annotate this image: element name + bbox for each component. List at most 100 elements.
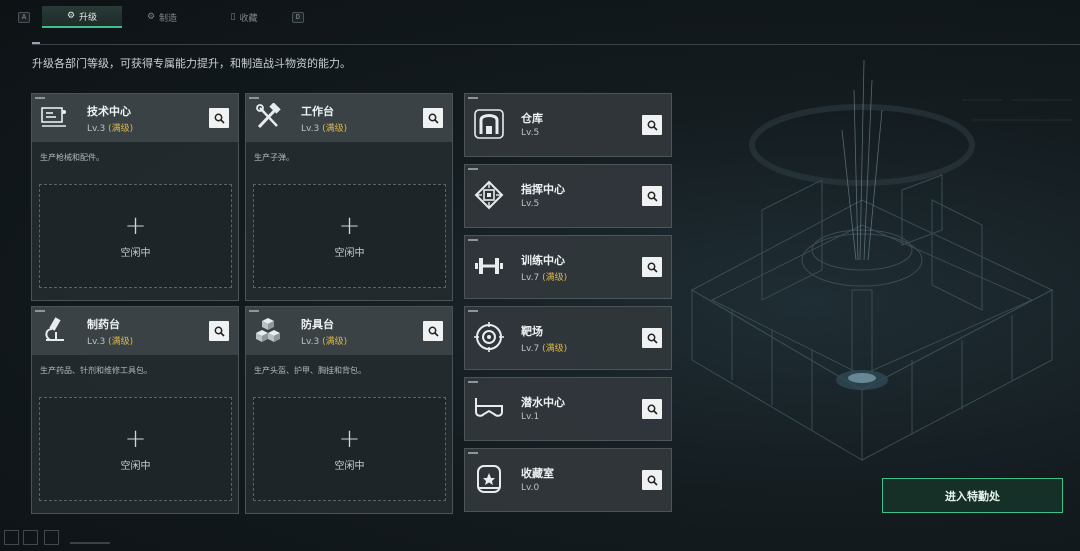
facility-command-center[interactable]: 指挥中心 Lv.5 (464, 164, 672, 228)
production-slot[interactable]: + 空闲中 (253, 184, 446, 288)
card-tag (35, 97, 45, 99)
card-level: Lv.3 (满级) (87, 334, 133, 347)
search-icon (647, 262, 658, 273)
card-tag (468, 168, 478, 170)
level-value: Lv.7 (521, 344, 540, 354)
card-tag (35, 310, 45, 312)
card-tag (468, 381, 478, 383)
production-slot[interactable]: + 空闲中 (39, 397, 232, 501)
production-slot[interactable]: + 空闲中 (39, 184, 232, 288)
workshop-card-armor[interactable]: 防具台 Lv.3 (满级) 生产头盔、护甲、胸挂和背包。 + 空闲中 (245, 306, 453, 514)
level-value: Lv.3 (87, 124, 106, 134)
card-level: Lv.3 (满级) (87, 121, 133, 134)
card-header: 工作台 Lv.3 (满级) (246, 94, 452, 142)
max-level-badge: (满级) (322, 337, 348, 347)
facility-level: Lv.7 (满级) (521, 341, 567, 354)
search-icon (428, 113, 439, 124)
card-tag (249, 310, 259, 312)
workshop-card-workbench[interactable]: 工作台 Lv.3 (满级) 生产子弹。 + 空闲中 (245, 93, 453, 301)
inspect-button[interactable] (423, 321, 443, 341)
craft-gear-icon: ⚙ (146, 12, 156, 22)
card-description: 生产药品、针剂和维修工具包。 (40, 366, 152, 375)
facility-collection-room[interactable]: 收藏室 Lv.0 (464, 448, 672, 512)
card-tag (468, 310, 478, 312)
card-description: 生产头盔、护甲、胸挂和背包。 (254, 366, 366, 375)
enter-special-ops-button[interactable]: 进入特勤处 (882, 478, 1063, 513)
add-icon: + (124, 423, 147, 454)
level-value: Lv.3 (87, 337, 106, 347)
microscope-icon (45, 317, 64, 341)
level-value: Lv.7 (521, 273, 540, 283)
card-description: 生产子弹。 (254, 153, 294, 162)
page-subtitle: 升级各部门等级，可获得专属能力提升，和制造战斗物资的能力。 (32, 57, 351, 70)
facility-warehouse[interactable]: 仓库 Lv.5 (464, 93, 672, 157)
slot-status: 空闲中 (120, 460, 151, 472)
warehouse-icon (474, 109, 504, 139)
level-value: Lv.0 (521, 483, 540, 493)
facility-level: Lv.5 (521, 199, 539, 209)
inspect-button[interactable] (642, 115, 662, 135)
max-level-badge: (满级) (322, 124, 348, 134)
tab-upgrade[interactable]: ⚙ 升级 (42, 6, 122, 28)
card-tag (468, 452, 478, 454)
top-tab-bar: A ⚙ 升级 ⚙ 制造 ▯ 收藏 D (0, 0, 1080, 34)
collection-icon: ▯ (230, 12, 236, 22)
tab-label: 收藏 (239, 13, 258, 24)
inspect-button[interactable] (642, 257, 662, 277)
search-icon (647, 475, 658, 486)
add-icon: + (124, 210, 147, 241)
tab-label: 制造 (159, 13, 178, 24)
max-level-badge: (满级) (108, 124, 134, 134)
card-title: 工作台 (301, 105, 334, 118)
level-value: Lv.3 (301, 124, 320, 134)
search-icon (647, 191, 658, 202)
header-divider (32, 44, 1080, 45)
card-level: Lv.3 (满级) (301, 121, 347, 134)
facility-diving-center[interactable]: 潜水中心 Lv.1 (464, 377, 672, 441)
bottom-hint-bar (70, 542, 110, 544)
facility-level: Lv.1 (521, 412, 539, 422)
facility-title: 靶场 (521, 325, 543, 338)
facility-title: 指挥中心 (521, 183, 565, 196)
facility-shooting-range[interactable]: 靶场 Lv.7 (满级) (464, 306, 672, 370)
upgrade-gear-icon: ⚙ (66, 11, 76, 21)
target-icon (474, 322, 504, 352)
workshop-card-tech-center[interactable]: 技术中心 Lv.3 (满级) 生产枪械和配件。 + 空闲中 (31, 93, 239, 301)
search-icon (647, 404, 658, 415)
inspect-button[interactable] (642, 470, 662, 490)
slot-status: 空闲中 (334, 460, 365, 472)
add-icon: + (338, 210, 361, 241)
facility-title: 仓库 (521, 112, 543, 125)
inspect-button[interactable] (642, 399, 662, 419)
card-header: 防具台 Lv.3 (满级) (246, 307, 452, 355)
card-tag (468, 97, 478, 99)
inspect-button[interactable] (209, 108, 229, 128)
search-icon (214, 326, 225, 337)
bottom-hint-box (4, 530, 19, 545)
tab-collection[interactable]: ▯ 收藏 (204, 6, 284, 28)
inspect-button[interactable] (209, 321, 229, 341)
workshop-card-pharmacy[interactable]: 制药台 Lv.3 (满级) 生产药品、针剂和维修工具包。 + 空闲中 (31, 306, 239, 514)
production-slot[interactable]: + 空闲中 (253, 397, 446, 501)
facility-training-center[interactable]: 训练中心 Lv.7 (满级) (464, 235, 672, 299)
base-illustration (690, 60, 1072, 461)
slot-status: 空闲中 (120, 247, 151, 259)
tab-craft[interactable]: ⚙ 制造 (122, 6, 202, 28)
card-tag (468, 239, 478, 241)
card-level: Lv.3 (满级) (301, 334, 347, 347)
inspect-button[interactable] (642, 186, 662, 206)
inspect-button[interactable] (642, 328, 662, 348)
facility-title: 收藏室 (521, 467, 554, 480)
max-level-badge: (满级) (108, 337, 134, 347)
level-value: Lv.1 (521, 412, 540, 422)
inspect-button[interactable] (423, 108, 443, 128)
dumbbell-icon (475, 258, 503, 274)
level-value: Lv.5 (521, 128, 540, 138)
card-header: 技术中心 Lv.3 (满级) (32, 94, 238, 142)
workbench-tools-icon (256, 103, 281, 129)
max-level-badge: (满级) (542, 273, 568, 283)
key-hint-left: A (18, 12, 30, 23)
card-title: 制药台 (87, 318, 120, 331)
collection-room-icon (477, 465, 501, 493)
facility-title: 潜水中心 (521, 396, 565, 409)
